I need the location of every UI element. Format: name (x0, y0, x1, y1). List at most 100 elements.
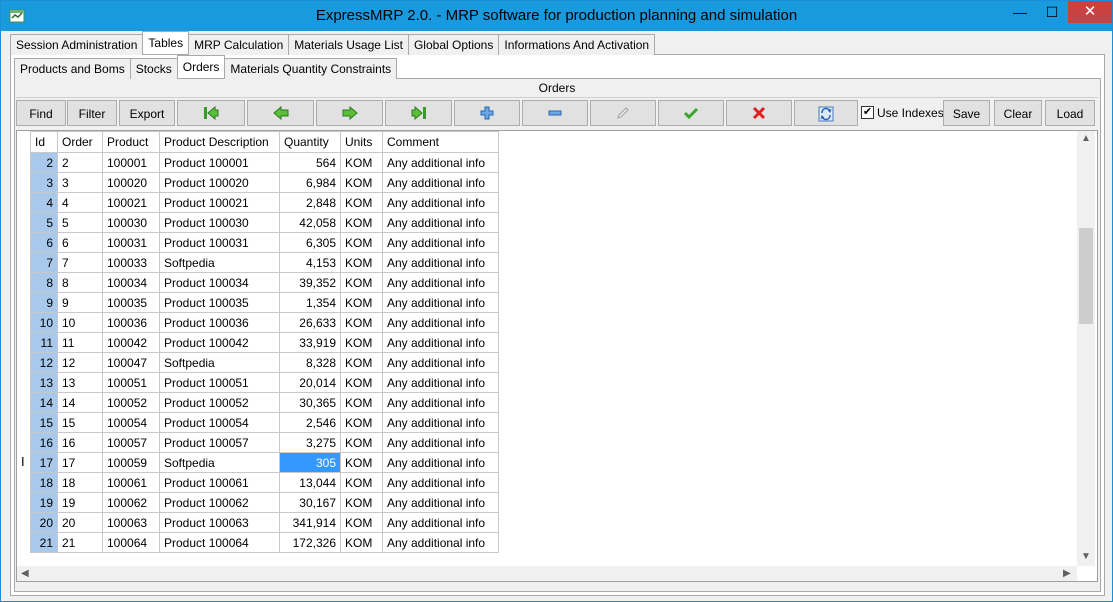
cell-id[interactable]: 19 (30, 492, 58, 513)
cell-units[interactable]: KOM (340, 332, 383, 353)
cell-order[interactable]: 10 (57, 312, 103, 333)
cell-units[interactable]: KOM (340, 472, 383, 493)
cell-units[interactable]: KOM (340, 292, 383, 313)
find-button[interactable]: Find (16, 100, 66, 126)
cell-units[interactable]: KOM (340, 212, 383, 233)
cell-units[interactable]: KOM (340, 512, 383, 533)
scroll-up-icon[interactable]: ▲ (1081, 133, 1091, 144)
cell-quantity[interactable]: 13,044 (279, 472, 341, 493)
cell-units[interactable]: KOM (340, 192, 383, 213)
cell-id[interactable]: 21 (30, 532, 58, 553)
cell-product[interactable]: 100062 (102, 492, 160, 513)
table-row[interactable]: 5 5 100030 Product 100030 42,058 KOM Any addit… (30, 212, 499, 233)
cell-product-description[interactable]: Product 100030 (159, 212, 280, 233)
table-row[interactable]: 17 17 100059 Softpedia 305 KOM Any additional … (30, 452, 499, 473)
cell-product[interactable]: 100051 (102, 372, 160, 393)
table-row[interactable]: 14 14 100052 Product 100052 30,365 KOM Any add… (30, 392, 499, 413)
table-row[interactable]: 7 7 100033 Softpedia 4,153 KOM Any additional … (30, 252, 499, 273)
cell-product-description[interactable]: Product 100031 (159, 232, 280, 253)
add-record-button[interactable] (454, 100, 520, 126)
table-row[interactable]: 6 6 100031 Product 100031 6,305 KOM Any additi… (30, 232, 499, 253)
cell-quantity[interactable]: 2,546 (279, 412, 341, 433)
table-row[interactable]: 8 8 100034 Product 100034 39,352 KOM Any addit… (30, 272, 499, 293)
cell-product[interactable]: 100059 (102, 452, 160, 473)
cell-product-description[interactable]: Product 100020 (159, 172, 280, 193)
cell-comment[interactable]: Any additional info (382, 452, 499, 473)
post-record-button[interactable] (658, 100, 724, 126)
cell-units[interactable]: KOM (340, 272, 383, 293)
table-row[interactable]: 4 4 100021 Product 100021 2,848 KOM Any additi… (30, 192, 499, 213)
load-button[interactable]: Load (1045, 100, 1095, 126)
table-row[interactable]: 9 9 100035 Product 100035 1,354 KOM Any additi… (30, 292, 499, 313)
cell-product[interactable]: 100036 (102, 312, 160, 333)
cell-id[interactable]: 5 (30, 212, 58, 233)
cell-comment[interactable]: Any additional info (382, 252, 499, 273)
cell-comment[interactable]: Any additional info (382, 212, 499, 233)
column-header-product-description[interactable]: Product Description (159, 131, 280, 153)
cell-product-description[interactable]: Product 100054 (159, 412, 280, 433)
cell-units[interactable]: KOM (340, 392, 383, 413)
tab-mrp-calculation[interactable]: MRP Calculation (188, 34, 290, 55)
cell-product[interactable]: 100031 (102, 232, 160, 253)
cell-quantity[interactable]: 3,275 (279, 432, 341, 453)
cell-product[interactable]: 100035 (102, 292, 160, 313)
cell-order[interactable]: 19 (57, 492, 103, 513)
cell-comment[interactable]: Any additional info (382, 332, 499, 353)
tab-orders[interactable]: Orders (176, 55, 226, 78)
tab-products-and-boms[interactable]: Products and Boms (14, 58, 131, 79)
cell-quantity[interactable]: 30,167 (279, 492, 341, 513)
cell-product[interactable]: 100042 (102, 332, 160, 353)
cell-product-description[interactable]: Product 100057 (159, 432, 280, 453)
cell-product-description[interactable]: Product 100061 (159, 472, 280, 493)
cell-id[interactable]: 18 (30, 472, 58, 493)
cell-comment[interactable]: Any additional info (382, 412, 499, 433)
tab-materials-quantity-constraints[interactable]: Materials Quantity Constraints (224, 58, 398, 79)
cell-order[interactable]: 6 (57, 232, 103, 253)
cell-id[interactable]: 10 (30, 312, 58, 333)
save-button[interactable]: Save (943, 100, 990, 126)
column-header-units[interactable]: Units (340, 131, 383, 153)
cell-quantity[interactable]: 8,328 (279, 352, 341, 373)
cell-units[interactable]: KOM (340, 252, 383, 273)
cell-order[interactable]: 5 (57, 212, 103, 233)
cell-product[interactable]: 100054 (102, 412, 160, 433)
cell-order[interactable]: 3 (57, 172, 103, 193)
first-record-button[interactable] (177, 100, 245, 126)
cell-product-description[interactable]: Product 100021 (159, 192, 280, 213)
table-row[interactable]: 21 21 100064 Product 100064 172,326 KOM Any ad… (30, 532, 499, 553)
cell-units[interactable]: KOM (340, 172, 383, 193)
cell-order[interactable]: 11 (57, 332, 103, 353)
cell-quantity[interactable]: 6,984 (279, 172, 341, 193)
cell-product[interactable]: 100064 (102, 532, 160, 553)
cell-units[interactable]: KOM (340, 312, 383, 333)
tab-global-options[interactable]: Global Options (407, 34, 500, 55)
cell-units[interactable]: KOM (340, 372, 383, 393)
cell-quantity[interactable]: 26,633 (279, 312, 341, 333)
cell-id[interactable]: 16 (30, 432, 58, 453)
cell-product[interactable]: 100052 (102, 392, 160, 413)
cell-product[interactable]: 100034 (102, 272, 160, 293)
cell-comment[interactable]: Any additional info (382, 372, 499, 393)
cell-order[interactable]: 16 (57, 432, 103, 453)
previous-record-button[interactable] (247, 100, 314, 126)
table-row[interactable]: 3 3 100020 Product 100020 6,984 KOM Any additi… (30, 172, 499, 193)
cell-id[interactable]: 8 (30, 272, 58, 293)
cell-id[interactable]: 12 (30, 352, 58, 373)
cell-units[interactable]: KOM (340, 412, 383, 433)
cell-quantity[interactable]: 42,058 (279, 212, 341, 233)
cell-id[interactable]: 11 (30, 332, 58, 353)
cell-product[interactable]: 100021 (102, 192, 160, 213)
tab-session-administration[interactable]: Session Administration (10, 34, 144, 55)
cell-quantity[interactable]: 6,305 (279, 232, 341, 253)
cell-id[interactable]: 15 (30, 412, 58, 433)
use-indexes-checkbox[interactable]: ✔ (861, 106, 874, 119)
cell-product-description[interactable]: Softpedia (159, 352, 280, 373)
cell-id[interactable]: 2 (30, 152, 58, 173)
cell-order[interactable]: 2 (57, 152, 103, 173)
table-row[interactable]: 2 2 100001 Product 100001 564 KOM Any addition… (30, 152, 499, 173)
cell-product-description[interactable]: Product 100036 (159, 312, 280, 333)
cell-units[interactable]: KOM (340, 232, 383, 253)
cell-comment[interactable]: Any additional info (382, 352, 499, 373)
last-record-button[interactable] (385, 100, 452, 126)
table-row[interactable]: 18 18 100061 Product 100061 13,044 KOM Any add… (30, 472, 499, 493)
